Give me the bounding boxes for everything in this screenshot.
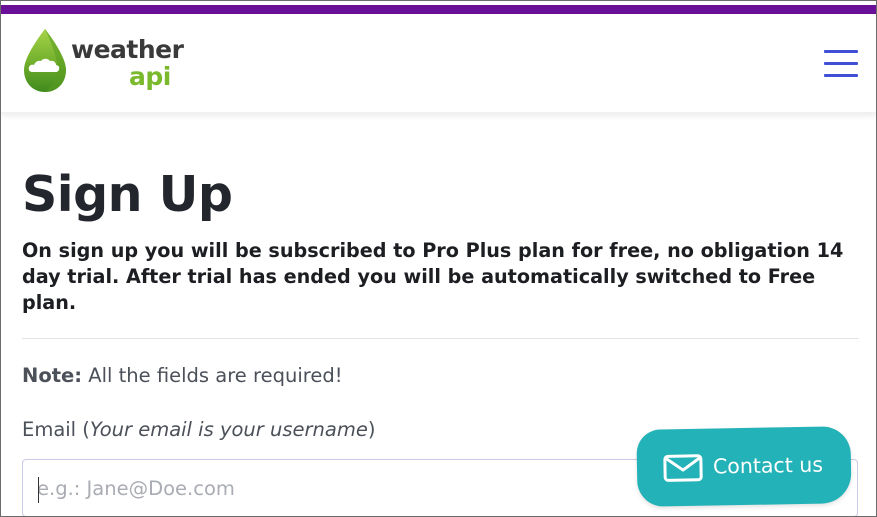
email-label-text: Email ( (22, 418, 90, 441)
menu-line-2 (824, 62, 858, 65)
required-note: Note: All the fields are required! (22, 363, 343, 389)
site-header: weather api (1, 14, 876, 113)
menu-line-1 (824, 50, 858, 53)
text-cursor (38, 477, 39, 503)
purple-bar (1, 5, 876, 14)
logo-wordmark: weather (71, 35, 184, 64)
contact-us-label: Contact us (712, 452, 824, 479)
note-label: Note: (22, 364, 83, 387)
logo-link[interactable]: weather api (21, 28, 184, 98)
envelope-icon (663, 454, 703, 482)
section-divider (22, 338, 859, 339)
page-title: Sign Up (22, 166, 233, 223)
hamburger-menu-button[interactable] (824, 50, 858, 78)
top-accent-stripe (1, 1, 876, 14)
browser-viewport: weather api Sign Up On sign up you will … (0, 0, 877, 517)
logo-submark: api (129, 62, 171, 91)
email-label: Email (Your email is your username) (22, 416, 375, 444)
menu-line-3 (824, 74, 858, 77)
contact-us-button[interactable]: Contact us (636, 426, 852, 507)
note-text: All the fields are required! (82, 364, 343, 387)
leaf-drop-logo-icon (24, 29, 66, 92)
signup-intro-text: On sign up you will be subscribed to Pro… (22, 239, 844, 314)
email-label-close: ) (367, 418, 376, 441)
email-label-hint: Your email is your username (89, 418, 368, 441)
